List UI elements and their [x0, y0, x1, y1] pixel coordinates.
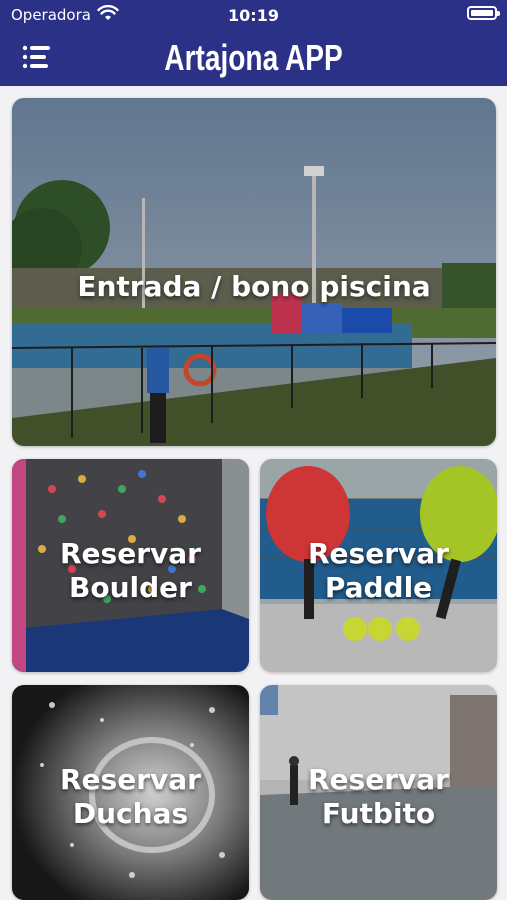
- battery-icon: [467, 6, 500, 20]
- futbito-card-label-line: Futbito: [321, 796, 436, 830]
- status-time: 10:19: [228, 6, 279, 25]
- boulder-card-label-line: Reservar: [60, 537, 201, 570]
- hamburger-menu-icon[interactable]: [22, 44, 52, 70]
- showers-card-label: Reservar Duchas: [12, 763, 249, 830]
- reserve-showers-card[interactable]: Reservar Duchas: [12, 685, 249, 900]
- paddle-card-label-line: Reservar: [308, 537, 449, 570]
- reserve-boulder-card[interactable]: Reservar Boulder: [12, 459, 249, 672]
- top-bar: Operadora 10:19 Artajona APP: [0, 0, 507, 86]
- pool-card-label-line: Entrada / bono piscina: [77, 270, 431, 303]
- app-title: Artajona APP: [164, 37, 343, 78]
- showers-card-label-line: Duchas: [72, 796, 189, 830]
- futbito-card-label: Reservar Futbito: [260, 763, 497, 830]
- pool-ticket-card[interactable]: Entrada / bono piscina: [12, 98, 496, 446]
- paddle-card-label: Reservar Paddle: [260, 537, 497, 604]
- status-bar: Operadora 10:19: [0, 0, 507, 30]
- boulder-card-label: Reservar Boulder: [12, 537, 249, 604]
- pool-card-label: Entrada / bono piscina: [12, 270, 496, 304]
- paddle-card-label-line: Paddle: [324, 570, 433, 604]
- boulder-card-label-line: Boulder: [69, 570, 192, 604]
- reserve-futbito-card[interactable]: Reservar Futbito: [260, 685, 497, 900]
- reserve-paddle-card[interactable]: Reservar Paddle: [260, 459, 497, 672]
- futbito-card-label-line: Reservar: [308, 763, 449, 796]
- showers-card-label-line: Reservar: [60, 763, 201, 796]
